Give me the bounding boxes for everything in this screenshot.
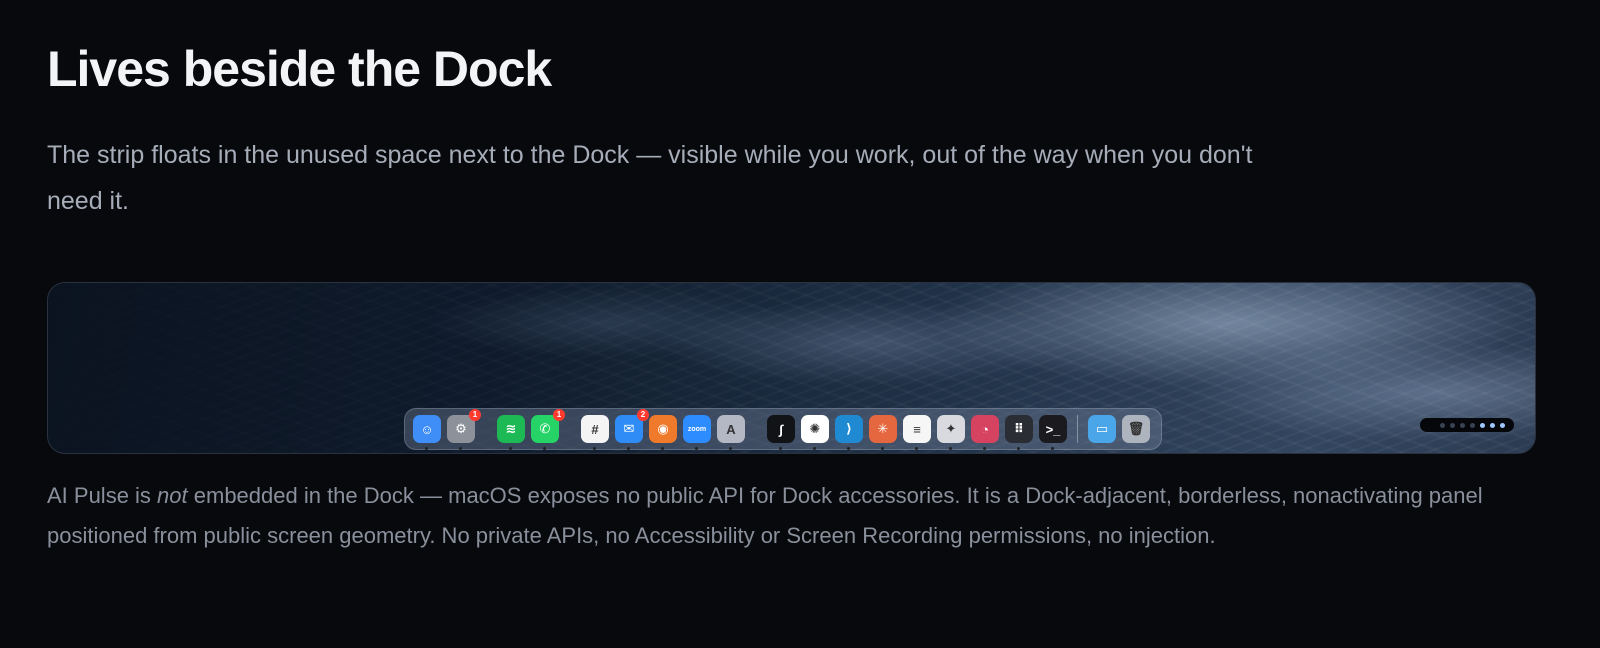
disclaimer-note: AI Pulse is not embedded in the Dock — m… xyxy=(47,476,1537,556)
app-glyph: ◔ xyxy=(981,421,989,437)
app-glyph: ≡ xyxy=(913,421,921,437)
app-glyph: >_ xyxy=(1045,421,1061,437)
running-indicator xyxy=(915,447,918,450)
running-indicator xyxy=(425,447,428,450)
running-indicator xyxy=(779,447,782,450)
system-settings-icon[interactable]: ⚙ 1 xyxy=(447,409,481,450)
app-glyph: ✦ xyxy=(945,421,957,436)
note-emphasis: not xyxy=(157,483,188,508)
notification-badge: 1 xyxy=(469,409,481,421)
app-glyph: ✉ xyxy=(623,421,635,436)
app-glyph: ∫ xyxy=(779,421,783,437)
terminal-app-icon[interactable]: ∫ xyxy=(767,415,795,450)
running-indicator xyxy=(661,447,664,450)
app-glyph: zoom xyxy=(687,425,707,433)
app-glyph: A xyxy=(726,421,736,437)
strip-dot xyxy=(1460,422,1465,428)
notes-icon[interactable]: ≡ xyxy=(903,415,931,450)
app-glyph: ☺ xyxy=(420,421,434,437)
notification-badge: 2 xyxy=(637,409,649,421)
app-glyph: 🗑 xyxy=(1127,421,1145,436)
finder-icon[interactable]: ☺ xyxy=(413,415,441,450)
app-glyph: ⟩ xyxy=(846,421,852,436)
note-text-after: embedded in the Dock — macOS exposes no … xyxy=(47,483,1483,548)
macos-dock: ☺ ⚙ 1 ≋ ✆ 1 # ✉ 2 ◉ zoom A ∫ ✺ ⟩ ✳ ≡ ✦ ◔ ⠿ >_ ▭ 🗑 xyxy=(404,408,1162,450)
app-glyph: ✳ xyxy=(877,421,889,436)
running-indicator xyxy=(1051,447,1054,450)
vpn-icon[interactable]: ◉ xyxy=(649,415,677,450)
running-indicator xyxy=(543,447,546,450)
strip-dot xyxy=(1450,422,1455,428)
app-glyph: # xyxy=(591,421,599,437)
strip-dot-active xyxy=(1490,422,1495,428)
note-text-before: AI Pulse is xyxy=(47,483,158,508)
speedtest-icon[interactable]: ◔ xyxy=(971,415,999,450)
running-indicator xyxy=(627,447,630,450)
running-indicator xyxy=(695,447,698,450)
downloads-folder-icon[interactable]: ▭ xyxy=(1088,415,1116,443)
ai-app-icon[interactable]: ✦ xyxy=(937,415,965,450)
trash-icon[interactable]: 🗑 xyxy=(1122,415,1150,443)
dock-screenshot: ☺ ⚙ 1 ≋ ✆ 1 # ✉ 2 ◉ zoom A ∫ ✺ ⟩ ✳ ≡ ✦ ◔ ⠿ >_ ▭ 🗑 xyxy=(47,282,1536,454)
app-glyph: ▭ xyxy=(1095,421,1109,436)
terminal-icon[interactable]: >_ xyxy=(1039,415,1067,450)
slack-icon[interactable]: # xyxy=(581,415,609,450)
whatsapp-icon[interactable]: ✆ 1 xyxy=(531,409,565,450)
claude-icon[interactable]: ✳ xyxy=(869,415,897,450)
launchpad-icon[interactable]: ⠿ xyxy=(1005,415,1033,450)
section-description: The strip floats in the unused space nex… xyxy=(47,141,1253,215)
chatgpt-icon[interactable]: ✺ xyxy=(801,415,829,450)
app-glyph: ◉ xyxy=(657,421,669,436)
ai-pulse-strip[interactable] xyxy=(1420,418,1514,432)
running-indicator xyxy=(459,447,462,450)
running-indicator xyxy=(847,447,850,450)
strip-dot-active xyxy=(1480,422,1485,428)
zoom-icon[interactable]: zoom xyxy=(683,415,711,450)
spotify-icon[interactable]: ≋ xyxy=(497,415,525,450)
section-title: Lives beside the Dock xyxy=(47,41,552,97)
strip-dot xyxy=(1440,422,1445,428)
app-glyph: ✺ xyxy=(809,421,821,436)
notification-badge: 1 xyxy=(553,409,565,421)
running-indicator xyxy=(881,447,884,450)
running-indicator xyxy=(1017,447,1020,450)
running-indicator xyxy=(729,447,732,450)
running-indicator xyxy=(593,447,596,450)
vscode-icon[interactable]: ⟩ xyxy=(835,415,863,450)
running-indicator xyxy=(509,447,512,450)
app-glyph: ⚙ xyxy=(455,421,467,436)
app-glyph: ⠿ xyxy=(1013,421,1025,436)
strip-dot-active xyxy=(1500,422,1505,428)
running-indicator xyxy=(949,447,952,450)
strip-dot xyxy=(1470,422,1475,428)
running-indicator xyxy=(983,447,986,450)
mail-icon[interactable]: ✉ 2 xyxy=(615,409,649,450)
running-indicator xyxy=(813,447,816,450)
dock-divider xyxy=(1077,415,1078,443)
graphics-app-icon[interactable]: A xyxy=(717,415,745,450)
app-glyph: ✆ xyxy=(539,421,551,436)
app-glyph: ≋ xyxy=(505,421,517,436)
